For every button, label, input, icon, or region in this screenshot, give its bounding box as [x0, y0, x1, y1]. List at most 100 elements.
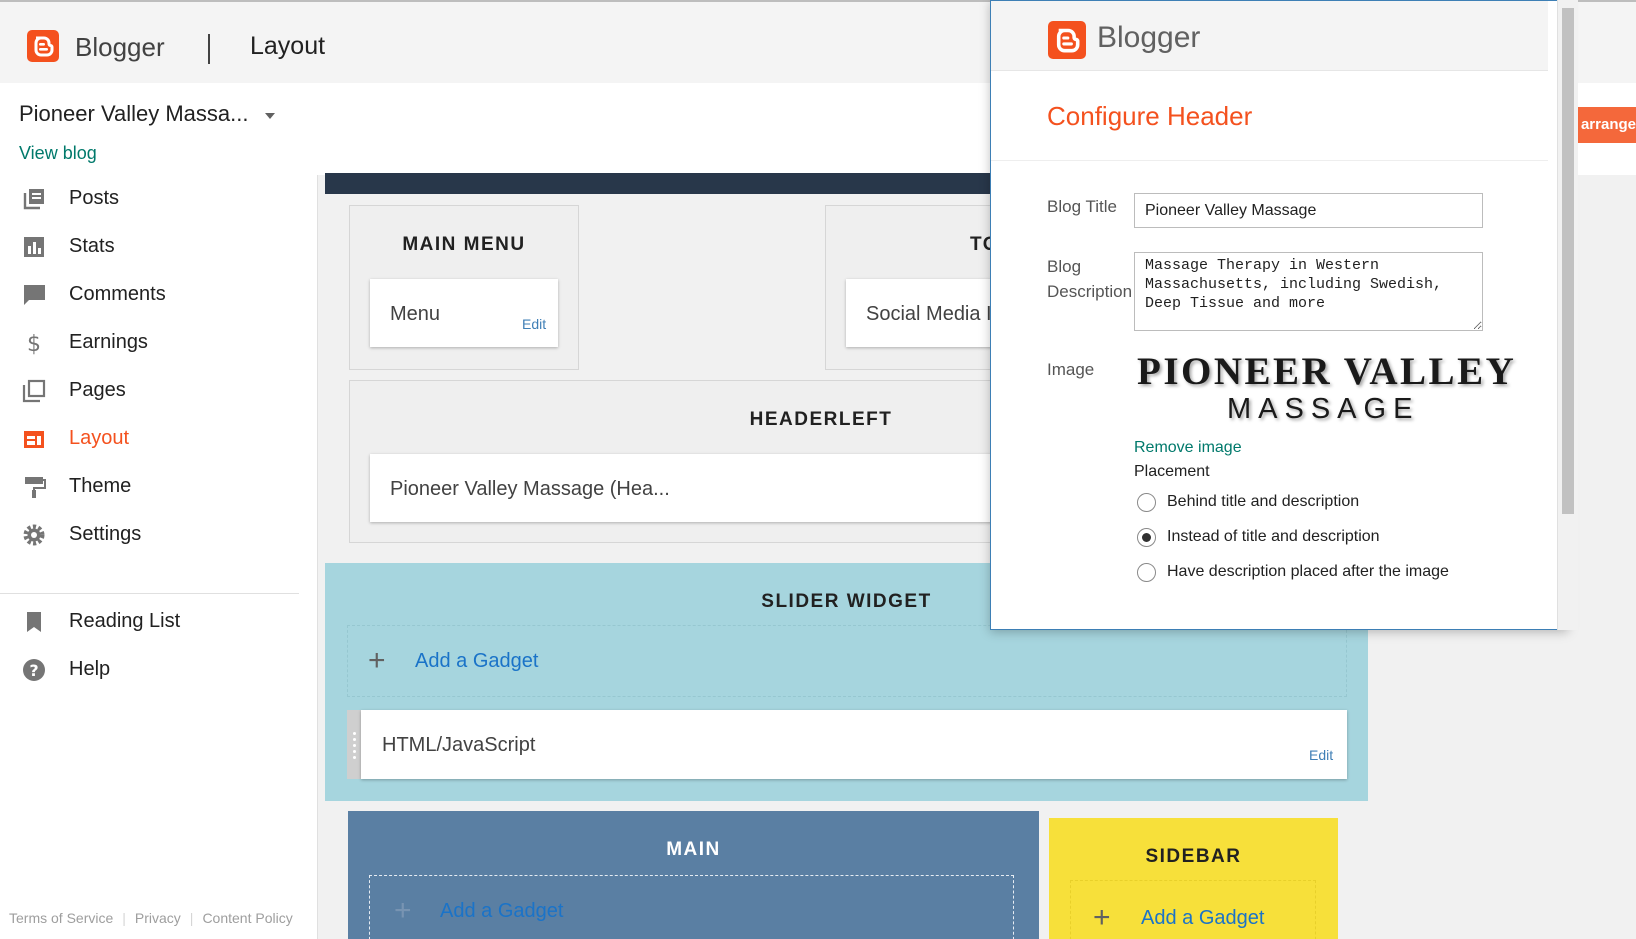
blogger-logo-icon[interactable] [27, 30, 59, 62]
scrollbar-thumb[interactable] [1562, 8, 1574, 514]
plus-icon: + [1093, 901, 1111, 934]
plus-icon: + [368, 644, 386, 677]
add-gadget-label: Add a Gadget [1141, 907, 1265, 929]
menu-gadget[interactable]: Menu Edit [370, 279, 558, 347]
blog-description-label-line1: Blog [1047, 257, 1082, 276]
gadget-name: HTML/JavaScript [382, 734, 536, 756]
help-icon: ? [23, 659, 45, 681]
sidebar-item-label: Pages [69, 379, 126, 401]
content-policy-link[interactable]: Content Policy [202, 910, 292, 926]
sidebar-item-stats[interactable]: Stats [0, 226, 318, 266]
header-gadget[interactable]: Pioneer Valley Massage (Hea... [370, 454, 996, 522]
sidebar: Posts Stats Comments $ Earnings Pages La… [0, 175, 318, 939]
blog-description-label-line2: Description [1047, 282, 1133, 301]
footer-separator: | [189, 910, 194, 926]
blog-name-dropdown[interactable]: Pioneer Valley Massa... [19, 101, 248, 127]
placement-label: Placement [1134, 463, 1210, 480]
add-gadget-button[interactable]: + Add a Gadget [1070, 880, 1316, 939]
header-image-title: PIONEER VALLEY [1137, 350, 1517, 393]
image-label: Image [1047, 360, 1095, 379]
gadget-name: Pioneer Valley Massage (Hea... [390, 478, 670, 500]
sidebar-item-label: Help [69, 658, 111, 680]
template-header-strip [325, 173, 990, 194]
pages-icon [22, 379, 46, 403]
sidebar-item-pages[interactable]: Pages [0, 370, 318, 410]
remove-image-link[interactable]: Remove image [1134, 439, 1242, 457]
sidebar-item-theme[interactable]: Theme [0, 466, 318, 506]
dialog-scrollbar[interactable] [1557, 0, 1578, 630]
sidebar-layout-section: SIDEBAR + Add a Gadget [1049, 818, 1338, 939]
bookmark-icon [27, 612, 41, 632]
placement-option-label: Instead of title and description [1167, 528, 1380, 545]
sidebar-item-label: Settings [69, 523, 142, 545]
gadget-name: Social Media I [866, 303, 992, 325]
app-brand[interactable]: Blogger [75, 32, 165, 63]
chevron-down-icon[interactable] [265, 113, 275, 119]
headerleft-section: HEADERLEFT Pioneer Valley Massage (Hea..… [349, 380, 996, 543]
stats-icon [24, 237, 44, 257]
footer-links: Terms of Service | Privacy | Content Policy [9, 910, 293, 926]
add-gadget-label: Add a Gadget [415, 650, 539, 672]
edit-menu-link[interactable]: Edit [522, 316, 546, 332]
dialog-divider [991, 160, 1548, 161]
sidebar-item-label: Posts [69, 187, 120, 209]
terms-of-service-link[interactable]: Terms of Service [9, 910, 113, 926]
main-menu-section: MAIN MENU Menu Edit [349, 205, 579, 370]
radio-button[interactable] [1137, 563, 1156, 582]
html-javascript-gadget[interactable]: HTML/JavaScript Edit [361, 710, 1347, 779]
top-section: TO Social Media I [825, 205, 995, 370]
dialog-brand: Blogger [1097, 21, 1201, 54]
sidebar-item-label: Earnings [69, 331, 148, 353]
sidebar-item-layout[interactable]: Layout [0, 418, 318, 458]
configure-header-dialog: Blogger Configure Header Blog Title Blog… [990, 0, 1568, 630]
main-section: MAIN + Add a Gadget [348, 811, 1039, 939]
sidebar-item-label: Layout [69, 427, 130, 449]
paint-roller-icon [25, 477, 46, 498]
sidebar-item-settings[interactable]: Settings [0, 514, 318, 554]
sidebar-item-help[interactable]: ? Help [0, 649, 318, 689]
blog-title-label: Blog Title [1047, 197, 1117, 216]
dialog-header: Blogger [991, 1, 1548, 71]
sidebar-divider [0, 593, 299, 594]
radio-button[interactable] [1137, 493, 1156, 512]
social-media-gadget[interactable]: Social Media I [846, 279, 995, 347]
page-scroll-area [1568, 175, 1636, 939]
gear-icon [23, 524, 45, 546]
blogger-logo-icon [1048, 21, 1086, 59]
edit-html-gadget-link[interactable]: Edit [1309, 747, 1333, 763]
sidebar-item-comments[interactable]: Comments [0, 274, 318, 314]
placement-option-label: Behind title and description [1167, 493, 1360, 510]
add-gadget-button[interactable]: + Add a Gadget [347, 625, 1347, 697]
placement-option-label: Have description placed after the image [1167, 563, 1449, 580]
sidebar-item-label: Theme [69, 475, 132, 497]
sidebar-item-posts[interactable]: Posts [0, 178, 318, 218]
page-title: Layout [250, 32, 326, 60]
add-gadget-button[interactable]: + Add a Gadget [369, 875, 1014, 939]
svg-text:$: $ [27, 332, 41, 356]
dollar-icon: $ [27, 332, 41, 356]
header-divider [208, 34, 210, 64]
section-title: MAIN MENU [402, 234, 526, 255]
gadget-name: Menu [390, 303, 441, 325]
blog-title-input[interactable] [1134, 193, 1483, 228]
footer-separator: | [122, 910, 126, 926]
blog-description-textarea[interactable]: Massage Therapy in Western Massachusetts… [1134, 252, 1483, 331]
sidebar-item-label: Comments [69, 283, 166, 305]
radio-button-selected[interactable] [1137, 528, 1156, 547]
drag-handle[interactable] [347, 710, 361, 779]
posts-icon [23, 189, 44, 210]
privacy-link[interactable]: Privacy [135, 910, 181, 926]
add-gadget-label: Add a Gadget [440, 900, 564, 922]
svg-text:?: ? [29, 661, 38, 680]
sidebar-item-reading-list[interactable]: Reading List [0, 601, 318, 641]
sidebar-item-label: Reading List [69, 610, 181, 632]
view-blog-link[interactable]: View blog [19, 143, 97, 164]
header-image-subtitle: MASSAGE [1227, 393, 1420, 425]
dialog-title: Configure Header [1047, 101, 1253, 131]
sidebar-item-earnings[interactable]: $ Earnings [0, 322, 318, 362]
plus-icon: + [394, 894, 412, 927]
section-title: SIDEBAR [1145, 846, 1242, 867]
sidebar-item-label: Stats [69, 235, 115, 257]
layout-icon [24, 431, 44, 448]
comments-icon [24, 285, 45, 305]
